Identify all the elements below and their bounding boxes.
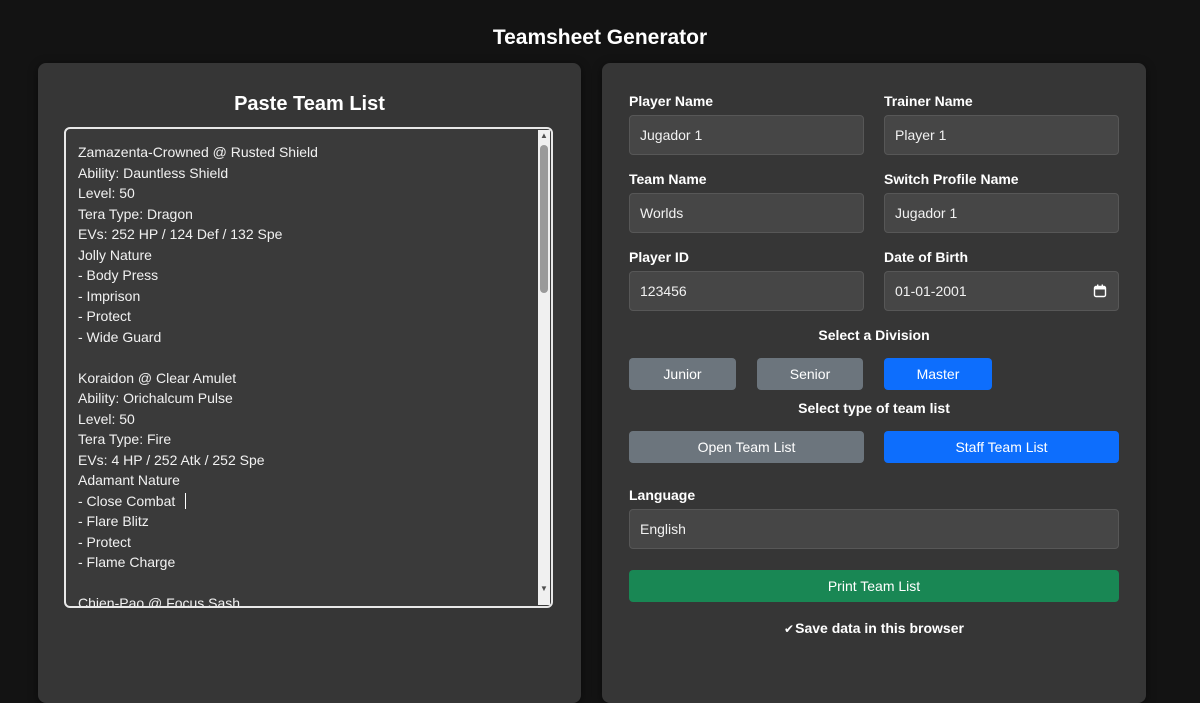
staff-team-list-button[interactable]: Staff Team List xyxy=(884,431,1119,463)
team-list-line: - Flare Blitz xyxy=(78,513,149,529)
team-list-line: - Close Combat xyxy=(78,491,531,512)
division-master-button[interactable]: Master xyxy=(884,358,992,390)
team-list-line: - Wide Guard xyxy=(78,328,162,345)
date-of-birth-label: Date of Birth xyxy=(884,249,968,265)
calendar-icon[interactable] xyxy=(1093,284,1107,298)
team-list-line: - Body Press xyxy=(78,267,159,283)
text-caret xyxy=(185,492,187,509)
save-data-row[interactable]: ✔Save data in this browser xyxy=(602,619,1146,638)
scroll-up-icon[interactable]: ▲ xyxy=(538,130,550,142)
team-list-panel: Paste Team List Zamazenta-Crowned @ Rust… xyxy=(38,63,581,703)
player-name-input[interactable]: Jugador 1 xyxy=(629,115,864,155)
team-name-label: Team Name xyxy=(629,171,707,187)
team-list-line: Zamazenta-Crowned @ Rusted Shield xyxy=(78,144,318,160)
save-data-checkbox[interactable]: ✔ xyxy=(784,622,794,636)
switch-profile-input[interactable]: Jugador 1 xyxy=(884,193,1119,233)
team-list-line xyxy=(78,573,531,594)
player-name-label: Player Name xyxy=(629,93,714,109)
page-title: Teamsheet Generator xyxy=(492,26,708,49)
team-list-line: Level: 50 xyxy=(78,185,135,201)
player-id-label: Player ID xyxy=(629,249,689,265)
team-list-line: EVs: 252 HP / 124 Def / 132 Spe xyxy=(78,226,283,242)
team-list-line xyxy=(78,347,531,368)
team-list-line: Level: 50 xyxy=(78,410,135,427)
team-list-line: - Imprison xyxy=(78,287,141,304)
team-list-line: Jolly Nature xyxy=(78,246,152,263)
team-name-input[interactable]: Worlds xyxy=(629,193,864,233)
team-list-line: Koraidon @ Clear Amulet xyxy=(78,369,237,386)
team-list-line: - Flame Charge xyxy=(78,554,176,570)
team-list-text: Zamazenta-Crowned @ Rusted Shield Ability… xyxy=(78,142,531,608)
division-label: Select a Division xyxy=(818,327,930,343)
language-label: Language xyxy=(629,487,696,503)
team-list-line: Tera Type: Dragon xyxy=(78,205,193,222)
scroll-thumb[interactable] xyxy=(540,145,548,293)
team-list-line: EVs: 4 HP / 252 Atk / 252 Spe xyxy=(78,451,265,468)
language-select[interactable]: English xyxy=(629,509,1119,549)
team-list-line: Adamant Nature xyxy=(78,472,180,488)
player-info-panel: Player Name Jugador 1 Trainer Name Playe… xyxy=(602,63,1146,703)
team-list-heading: Paste Team List xyxy=(234,93,385,115)
team-list-line: - Protect xyxy=(78,533,131,550)
team-list-scrollbar[interactable]: ▲ ▼ xyxy=(538,130,550,605)
open-team-list-button[interactable]: Open Team List xyxy=(629,431,864,463)
division-junior-button[interactable]: Junior xyxy=(629,358,736,390)
division-senior-button[interactable]: Senior xyxy=(757,358,863,390)
player-id-input[interactable]: 123456 xyxy=(629,271,864,311)
switch-profile-label: Switch Profile Name xyxy=(884,171,1019,187)
team-list-line: Tera Type: Fire xyxy=(78,431,172,447)
team-list-line: - Protect xyxy=(78,308,131,324)
save-data-label: Save data in this browser xyxy=(795,620,964,636)
print-team-list-button[interactable]: Print Team List xyxy=(629,570,1119,602)
date-of-birth-value: 01-01-2001 xyxy=(895,283,967,299)
list-type-label: Select type of team list xyxy=(798,400,950,416)
team-list-line: Ability: Orichalcum Pulse xyxy=(78,390,233,406)
trainer-name-label: Trainer Name xyxy=(884,93,973,109)
date-of-birth-input[interactable]: 01-01-2001 xyxy=(884,271,1119,311)
team-list-textarea[interactable]: Zamazenta-Crowned @ Rusted Shield Ability… xyxy=(64,127,553,608)
team-list-line: Ability: Dauntless Shield xyxy=(78,164,229,181)
team-list-line: Chien-Pao @ Focus Sash xyxy=(78,595,241,608)
scroll-down-icon[interactable]: ▼ xyxy=(538,583,550,595)
trainer-name-input[interactable]: Player 1 xyxy=(884,115,1119,155)
